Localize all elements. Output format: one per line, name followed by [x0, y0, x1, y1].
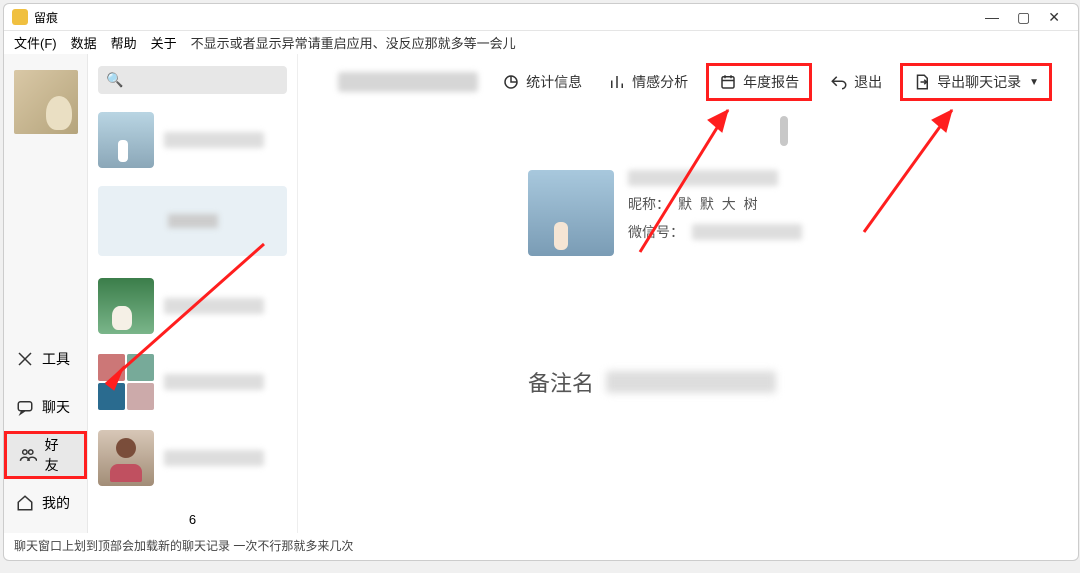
tool-btn-label: 退出 — [854, 72, 882, 92]
contact-group-avatar — [98, 354, 154, 410]
nick-value: 默 默 大 树 — [678, 194, 760, 214]
profile-avatar[interactable] — [528, 170, 614, 256]
sidebar-item-label: 聊天 — [42, 397, 70, 417]
menu-data[interactable]: 数据 — [71, 33, 97, 52]
sidebar-item-tools[interactable]: 工具 — [4, 335, 87, 383]
profile-nick-row: 昵称： 默 默 大 树 — [628, 194, 802, 214]
contact-item[interactable] — [94, 348, 291, 416]
profile-block: 昵称： 默 默 大 树 微信号： — [528, 170, 1058, 256]
titlebar: 留痕 — ▢ ✕ — [4, 4, 1078, 30]
profile-wxid-row: 微信号： — [628, 222, 802, 242]
wxid-value-blurred — [692, 224, 802, 240]
sidebar-item-mine[interactable]: 我的 — [4, 479, 87, 527]
pie-icon — [502, 73, 520, 91]
window-title: 留痕 — [34, 9, 985, 26]
app-window: 留痕 — ▢ ✕ 文件(F) 数据 帮助 关于 不显示或者显示异常请重启应用、没… — [3, 3, 1079, 561]
search-icon: 🔍 — [106, 72, 123, 89]
contact-item[interactable] — [94, 424, 291, 492]
sidebar-item-label: 我的 — [42, 493, 70, 513]
contact-list[interactable] — [88, 102, 297, 504]
close-button[interactable]: ✕ — [1048, 9, 1060, 26]
nick-label: 昵称： — [628, 194, 670, 214]
tool-btn-label: 年度报告 — [743, 72, 799, 92]
search-wrap: 🔍 — [88, 54, 297, 102]
home-icon — [16, 494, 34, 512]
wxid-label: 微信号： — [628, 222, 684, 242]
chevron-down-icon: ▼ — [1029, 77, 1039, 88]
annual-report-button[interactable]: 年度报告 — [706, 63, 812, 101]
profile-name-blurred — [628, 170, 778, 186]
toolbar: 统计信息 情感分析 年度报告 退出 导出聊天记录 ▼ — [318, 54, 1058, 110]
window-controls: — ▢ ✕ — [985, 9, 1070, 26]
tools-icon — [16, 350, 34, 368]
sidebar-item-label: 工具 — [42, 349, 70, 369]
contact-item[interactable] — [94, 106, 291, 174]
contact-avatar — [98, 278, 154, 334]
chat-icon — [16, 398, 34, 416]
contact-placeholder[interactable] — [98, 186, 287, 256]
calendar-icon — [719, 73, 737, 91]
tool-btn-label: 导出聊天记录 — [937, 72, 1021, 92]
exit-button[interactable]: 退出 — [822, 68, 890, 96]
contact-name-blurred — [164, 298, 264, 314]
sidebar-item-chat[interactable]: 聊天 — [4, 383, 87, 431]
contact-avatar — [98, 430, 154, 486]
contact-name-blurred — [164, 374, 264, 390]
sidebar-item-friends[interactable]: 好友 — [4, 431, 87, 479]
contact-panel: 🔍 — [88, 54, 298, 533]
page-indicator: 6 — [88, 504, 297, 533]
menu-about[interactable]: 关于 — [151, 33, 177, 52]
profile-row — [628, 170, 802, 186]
contact-title-blurred — [338, 72, 478, 92]
minimize-button[interactable]: — — [985, 9, 999, 26]
remark-label: 备注名 — [528, 366, 594, 398]
footer-hint: 聊天窗口上划到顶部会加载新的聊天记录 一次不行那就多来几次 — [4, 533, 1078, 560]
remark-block: 备注名 — [528, 366, 1058, 398]
stats-button[interactable]: 统计信息 — [494, 68, 590, 96]
profile-meta: 昵称： 默 默 大 树 微信号： — [628, 170, 802, 256]
back-icon — [830, 73, 848, 91]
friends-icon — [19, 446, 37, 464]
search-input[interactable] — [98, 66, 287, 94]
contact-avatar — [98, 112, 154, 168]
remark-value-blurred — [606, 371, 776, 393]
tool-btn-label: 情感分析 — [632, 72, 688, 92]
contact-name-blurred — [164, 132, 264, 148]
menu-help[interactable]: 帮助 — [111, 33, 137, 52]
export-icon — [913, 73, 931, 91]
detail-panel: 统计信息 情感分析 年度报告 退出 导出聊天记录 ▼ — [298, 54, 1078, 533]
export-chat-button[interactable]: 导出聊天记录 ▼ — [900, 63, 1052, 101]
scrollbar-thumb[interactable] — [780, 116, 788, 146]
menubar-hint: 不显示或者显示异常请重启应用、没反应那就多等一会儿 — [191, 33, 516, 52]
contact-item[interactable] — [94, 272, 291, 340]
side-nav: 工具 聊天 好友 我的 — [4, 54, 88, 533]
menu-file[interactable]: 文件(F) — [14, 33, 57, 52]
menubar: 文件(F) 数据 帮助 关于 不显示或者显示异常请重启应用、没反应那就多等一会儿 — [4, 30, 1078, 54]
user-avatar[interactable] — [14, 70, 78, 134]
tool-btn-label: 统计信息 — [526, 72, 582, 92]
content: 工具 聊天 好友 我的 🔍 — [4, 54, 1078, 533]
maximize-button[interactable]: ▢ — [1017, 9, 1030, 26]
bar-icon — [608, 73, 626, 91]
sentiment-button[interactable]: 情感分析 — [600, 68, 696, 96]
app-icon — [12, 9, 28, 25]
sidebar-item-label: 好友 — [45, 435, 72, 475]
contact-name-blurred — [164, 450, 264, 466]
